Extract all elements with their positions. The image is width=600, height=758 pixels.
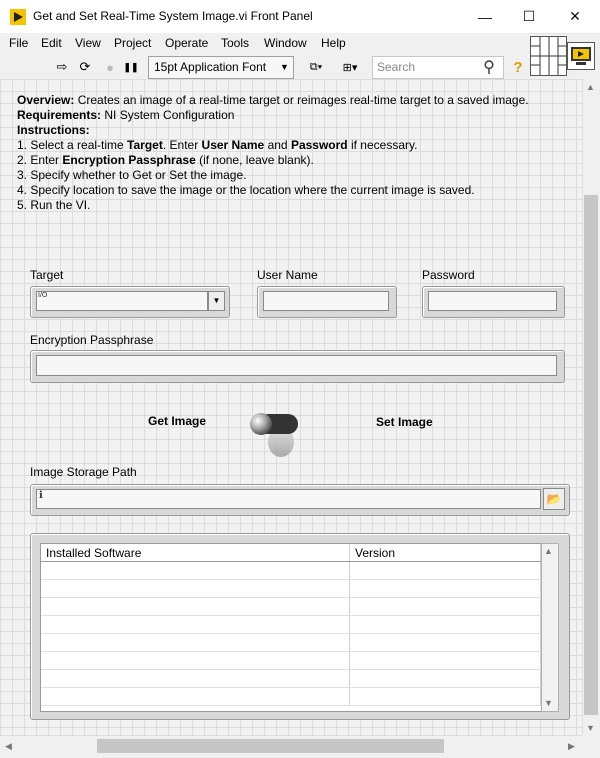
path-icon: ℹ <box>39 490 43 501</box>
target-io-input[interactable] <box>36 291 208 311</box>
menu-view[interactable]: View <box>75 36 101 50</box>
listbox-scroll-up-icon[interactable]: ▲ <box>544 546 553 556</box>
storage-path-label: Image Storage Path <box>30 465 137 479</box>
browse-folder-button[interactable]: 📂 <box>543 488 565 510</box>
overview-line: Overview: Creates an image of a real-tim… <box>17 93 529 108</box>
search-placeholder: Search <box>377 60 416 74</box>
column-header-installed-software[interactable]: Installed Software <box>41 544 350 562</box>
chevron-down-icon: ▼ <box>280 62 289 72</box>
scroll-down-icon[interactable]: ▼ <box>586 723 595 733</box>
overview-label: Overview: <box>17 93 75 107</box>
table-row[interactable] <box>41 669 541 688</box>
get-set-toggle-switch[interactable] <box>248 408 306 460</box>
set-image-label: Set Image <box>376 415 433 429</box>
menu-operate[interactable]: Operate <box>165 36 208 50</box>
font-selector-value: 15pt Application Font <box>154 60 267 74</box>
table-row[interactable] <box>41 687 541 706</box>
target-dropdown-button[interactable]: ▼ <box>208 291 225 311</box>
table-header-row: Installed Software Version <box>41 544 541 562</box>
instructions-label: Instructions: <box>17 123 90 137</box>
scroll-up-icon[interactable]: ▲ <box>586 82 595 92</box>
scroll-right-icon[interactable]: ▶ <box>568 741 575 752</box>
user-name-label: User Name <box>257 268 318 282</box>
run-continuously-button[interactable]: ⟳ <box>76 58 94 76</box>
labview-app-icon <box>10 9 26 25</box>
run-button[interactable]: ⇨ <box>53 58 71 76</box>
instruction-step-4: 4. Specify location to save the image or… <box>17 183 475 197</box>
maximize-button[interactable]: ☐ <box>506 0 552 33</box>
instruction-step-3: 3. Specify whether to Get or Set the ima… <box>17 168 247 182</box>
table-row[interactable] <box>41 561 541 580</box>
window-title: Get and Set Real-Time System Image.vi Fr… <box>33 9 313 23</box>
abort-button[interactable]: ● <box>101 58 119 76</box>
close-button[interactable]: ✕ <box>552 0 598 33</box>
listbox-scrollbar[interactable] <box>541 543 559 712</box>
requirements-label: Requirements: <box>17 108 102 122</box>
vertical-scroll-thumb[interactable] <box>584 195 598 715</box>
requirements-text: NI System Configuration <box>104 108 235 122</box>
password-label: Password <box>422 268 475 282</box>
vi-icon[interactable] <box>567 42 595 70</box>
requirements-line: Requirements: NI System Configuration <box>17 108 234 123</box>
passphrase-field[interactable] <box>36 355 557 376</box>
instruction-step-5: 5. Run the VI. <box>17 198 91 212</box>
search-icon[interactable]: ⚲ <box>480 58 498 76</box>
horizontal-scroll-thumb[interactable] <box>97 739 444 753</box>
user-name-field[interactable] <box>263 291 389 311</box>
minimize-button[interactable]: — <box>462 0 508 33</box>
table-row[interactable] <box>41 633 541 652</box>
pause-button[interactable]: ❚❚ <box>122 58 140 76</box>
listbox-scroll-down-icon[interactable]: ▼ <box>544 698 553 708</box>
passphrase-label: Encryption Passphrase <box>30 333 154 347</box>
table-row[interactable] <box>41 615 541 634</box>
table-row[interactable] <box>41 597 541 616</box>
menu-project[interactable]: Project <box>114 36 151 50</box>
folder-open-icon: 📂 <box>546 492 562 506</box>
align-objects-button[interactable]: ⧉▾ <box>303 58 329 76</box>
table-row[interactable] <box>41 651 541 670</box>
column-header-version[interactable]: Version <box>349 544 541 562</box>
password-field[interactable] <box>428 291 557 311</box>
menu-file[interactable]: File <box>9 36 28 50</box>
overview-text: Creates an image of a real-time target o… <box>77 93 529 107</box>
scrollbar-corner <box>582 735 600 757</box>
storage-path-field[interactable] <box>36 489 541 509</box>
instruction-step-2: 2. Enter Encryption Passphrase (if none,… <box>17 153 314 167</box>
menu-help[interactable]: Help <box>321 36 346 50</box>
distribute-objects-button[interactable]: ⊞▾ <box>337 58 363 76</box>
table-row[interactable] <box>41 579 541 598</box>
installed-software-table: Installed Software Version <box>41 544 541 706</box>
connector-pane-icon[interactable] <box>530 36 567 76</box>
menu-edit[interactable]: Edit <box>41 36 62 50</box>
menu-tools[interactable]: Tools <box>221 36 249 50</box>
target-label: Target <box>30 268 64 282</box>
help-icon[interactable]: ? <box>509 58 527 76</box>
menu-window[interactable]: Window <box>264 36 307 50</box>
instruction-step-1: 1. Select a real-time Target. Enter User… <box>17 138 418 152</box>
scroll-left-icon[interactable]: ◀ <box>5 741 12 752</box>
io-icon: I/O <box>38 292 48 299</box>
get-image-label: Get Image <box>148 414 207 428</box>
installed-software-listbox[interactable]: Installed Software Version <box>40 543 542 712</box>
